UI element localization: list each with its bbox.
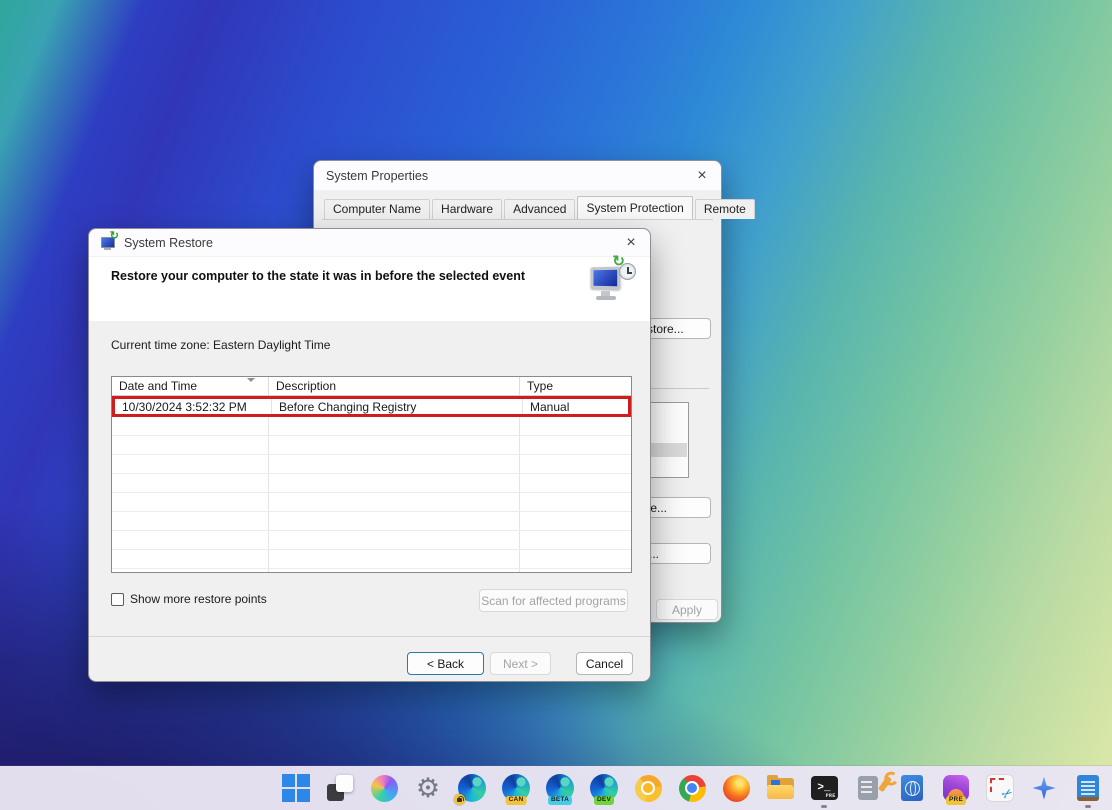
wizard-heading: Restore your computer to the state it wa… bbox=[111, 269, 525, 283]
gear-icon: ⚙ bbox=[416, 775, 440, 802]
scissors-icon: ✂ bbox=[998, 784, 1016, 803]
cell-date: 10/30/2024 3:52:32 PM bbox=[115, 399, 272, 414]
system-restore-window: ↻ System Restore × Restore your computer… bbox=[88, 228, 651, 682]
close-icon[interactable]: × bbox=[616, 229, 646, 256]
empty-row bbox=[112, 512, 631, 531]
taskbar-edge-dev[interactable]: DEV bbox=[589, 773, 619, 803]
checkbox-label: Show more restore points bbox=[130, 592, 267, 606]
powertoys-icon bbox=[858, 776, 878, 800]
monitor-icon bbox=[591, 267, 621, 290]
dev-badge: DEV bbox=[594, 796, 614, 806]
taskbar-edge-profile[interactable] bbox=[457, 773, 487, 803]
tab-strip-divider bbox=[322, 219, 713, 220]
chrome-canary-icon bbox=[635, 775, 662, 802]
restore-point-row[interactable]: 10/30/2024 3:52:32 PM Before Changing Re… bbox=[112, 396, 631, 417]
column-type[interactable]: Type bbox=[520, 377, 631, 395]
system-restore-icon: ↻ bbox=[101, 236, 117, 250]
window-title: System Restore bbox=[124, 236, 213, 250]
web-document-icon bbox=[901, 775, 923, 801]
snipping-tool-icon: ✂ bbox=[987, 775, 1013, 801]
running-indicator bbox=[1085, 805, 1091, 808]
taskbar-edge-beta[interactable]: BETA bbox=[545, 773, 575, 803]
taskbar-icons: ⚙ CAN BETA DEV >_PRE PRE ✂ bbox=[281, 773, 1103, 803]
taskbar-powertoys[interactable] bbox=[853, 773, 883, 803]
taskbar-settings[interactable]: ⚙ bbox=[413, 773, 443, 803]
taskbar-notepad[interactable] bbox=[1073, 773, 1103, 803]
folder-icon bbox=[767, 778, 794, 799]
column-date-and-time[interactable]: Date and Time bbox=[112, 377, 269, 395]
taskbar-start-button[interactable] bbox=[281, 773, 311, 803]
empty-row bbox=[112, 417, 631, 436]
tab-remote[interactable]: Remote bbox=[695, 199, 755, 219]
taskbar: ⚙ CAN BETA DEV >_PRE PRE ✂ bbox=[0, 766, 1112, 810]
tab-computer-name[interactable]: Computer Name bbox=[324, 199, 430, 219]
restore-arrow-icon: ↻ bbox=[110, 231, 119, 242]
pre-badge: PRE bbox=[946, 796, 966, 806]
chrome-icon bbox=[679, 775, 706, 802]
taskbar-chrome-canary[interactable] bbox=[633, 773, 663, 803]
taskbar-edge-canary[interactable]: CAN bbox=[501, 773, 531, 803]
copilot-icon bbox=[371, 775, 398, 802]
restore-computer-icon: ↻ bbox=[590, 257, 638, 305]
column-description[interactable]: Description bbox=[269, 377, 520, 395]
tab-advanced[interactable]: Advanced bbox=[504, 199, 575, 219]
terminal-pre-badge: PRE bbox=[826, 793, 836, 799]
taskbar-file-explorer[interactable] bbox=[765, 773, 795, 803]
system-restore-titlebar[interactable]: ↻ System Restore × bbox=[89, 229, 650, 257]
wrench-icon bbox=[878, 776, 892, 793]
empty-row bbox=[112, 474, 631, 493]
canary-badge: CAN bbox=[506, 796, 527, 806]
firefox-icon bbox=[723, 775, 750, 802]
taskbar-dev-home-preview[interactable]: PRE bbox=[941, 773, 971, 803]
taskbar-copilot-sparkle[interactable] bbox=[1029, 773, 1059, 803]
restore-arrow-icon: ↻ bbox=[612, 254, 625, 269]
running-indicator bbox=[821, 805, 827, 808]
windows-logo-icon bbox=[282, 774, 295, 787]
system-properties-titlebar[interactable]: System Properties × bbox=[314, 161, 721, 191]
apply-button[interactable]: Apply bbox=[656, 599, 718, 620]
task-view-icon bbox=[327, 775, 353, 801]
sort-caret-icon bbox=[247, 378, 255, 382]
beta-badge: BETA bbox=[548, 796, 572, 806]
footer-divider bbox=[89, 636, 650, 637]
empty-row bbox=[112, 493, 631, 512]
tab-strip: Computer Name Hardware Advanced System P… bbox=[324, 197, 757, 219]
wizard-header: Restore your computer to the state it wa… bbox=[89, 257, 650, 321]
empty-row bbox=[112, 550, 631, 569]
empty-row bbox=[112, 531, 631, 550]
taskbar-chrome[interactable] bbox=[677, 773, 707, 803]
sparkle-icon bbox=[1033, 777, 1056, 800]
empty-row bbox=[112, 569, 631, 573]
restore-points-table[interactable]: Date and Time Description Type 10/30/202… bbox=[111, 376, 632, 573]
taskbar-copilot[interactable] bbox=[369, 773, 399, 803]
window-title: System Properties bbox=[326, 169, 428, 183]
next-button[interactable]: Next > bbox=[490, 652, 551, 675]
tab-system-protection[interactable]: System Protection bbox=[577, 196, 692, 219]
notepad-icon bbox=[1077, 775, 1099, 801]
table-header[interactable]: Date and Time Description Type bbox=[112, 377, 631, 396]
timezone-note: Current time zone: Eastern Daylight Time bbox=[111, 338, 330, 352]
scan-affected-programs-button[interactable]: Scan for affected programs bbox=[479, 589, 628, 612]
terminal-icon: >_PRE bbox=[811, 776, 838, 800]
cell-description: Before Changing Registry bbox=[272, 399, 523, 414]
taskbar-terminal-preview[interactable]: >_PRE bbox=[809, 773, 839, 803]
show-more-restore-points[interactable]: Show more restore points bbox=[111, 592, 267, 606]
taskbar-snipping-tool[interactable]: ✂ bbox=[985, 773, 1015, 803]
lock-badge-icon bbox=[454, 794, 465, 805]
back-button[interactable]: < Back bbox=[407, 652, 484, 675]
tab-hardware[interactable]: Hardware bbox=[432, 199, 502, 219]
empty-row bbox=[112, 455, 631, 474]
cancel-button[interactable]: Cancel bbox=[576, 652, 633, 675]
taskbar-firefox[interactable] bbox=[721, 773, 751, 803]
empty-row bbox=[112, 436, 631, 455]
close-icon[interactable]: × bbox=[687, 161, 717, 190]
taskbar-web-document[interactable] bbox=[897, 773, 927, 803]
taskbar-task-view[interactable] bbox=[325, 773, 355, 803]
show-more-checkbox[interactable] bbox=[111, 593, 124, 606]
cell-type: Manual bbox=[523, 399, 628, 414]
